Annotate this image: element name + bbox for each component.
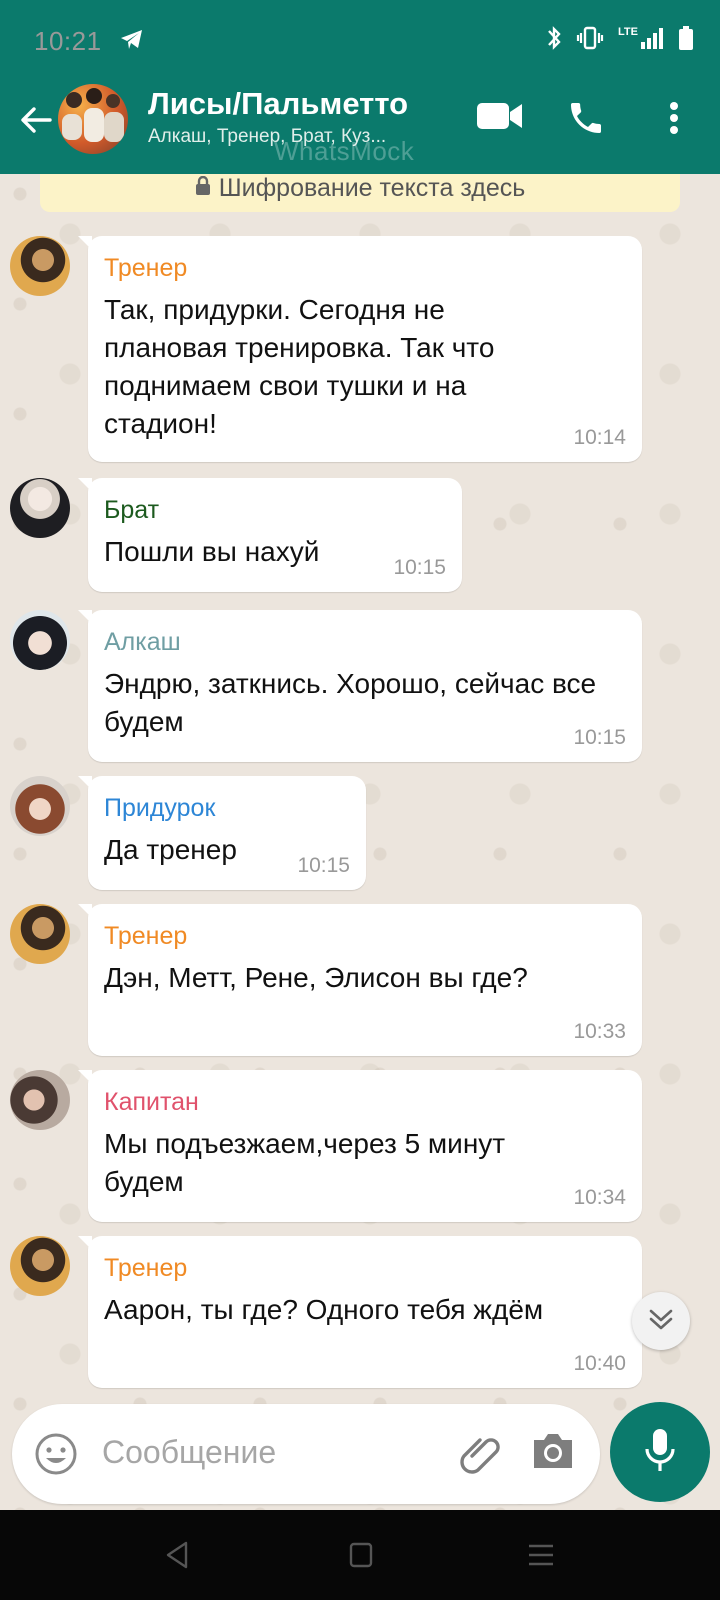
lte-label: LTE xyxy=(618,26,638,38)
message-time: 10:15 xyxy=(573,726,626,749)
sender-name: Тренер xyxy=(104,254,188,282)
avatar[interactable] xyxy=(10,904,70,964)
message-text: Эндрю, заткнись. Хорошо, сейчас все буде… xyxy=(104,668,597,737)
lock-icon xyxy=(195,174,211,203)
paperclip-icon[interactable] xyxy=(458,1430,506,1483)
chevron-double-down-icon xyxy=(646,1304,676,1339)
chat-header: Лисы/Пальметто Алкаш, Тренер, Брат, Куз.… xyxy=(0,80,720,174)
more-vert-icon[interactable] xyxy=(664,98,684,143)
watermark: WhatsMock xyxy=(274,136,415,166)
avatar[interactable] xyxy=(10,610,70,670)
sender-name: Тренер xyxy=(104,922,188,950)
avatar[interactable] xyxy=(10,1236,70,1296)
message-time: 10:33 xyxy=(573,1020,626,1043)
phone-icon[interactable] xyxy=(566,98,606,143)
back-nav-icon[interactable] xyxy=(164,1540,190,1575)
scroll-to-bottom-button[interactable] xyxy=(632,1292,690,1350)
message-composer[interactable]: Сообщение xyxy=(12,1404,600,1504)
microphone-icon xyxy=(642,1427,678,1478)
system-navigation-bar xyxy=(0,1510,720,1600)
message-bubble[interactable]: Придурок Да тренер 10:15 xyxy=(78,776,366,890)
sender-name: Брат xyxy=(104,496,160,524)
message-bubble[interactable]: Капитан Мы подъезжаем,через 5 минут буде… xyxy=(78,1070,642,1222)
chat-title[interactable]: Лисы/Пальметто xyxy=(148,86,408,122)
chat-area[interactable]: Шифрование текста здесь Тренер Так, прид… xyxy=(0,174,720,1510)
emoji-icon[interactable] xyxy=(34,1432,78,1481)
message-bubble[interactable]: Тренер Аарон, ты где? Одного тебя ждём 1… xyxy=(78,1236,642,1388)
recents-nav-icon[interactable] xyxy=(526,1540,556,1575)
message-time: 10:15 xyxy=(297,854,350,877)
message-bubble[interactable]: Тренер Так, придурки. Сегодня не планова… xyxy=(78,236,642,462)
message-input[interactable]: Сообщение xyxy=(102,1434,276,1471)
message-bubble[interactable]: Брат Пошли вы нахуй 10:15 xyxy=(78,478,462,592)
microphone-button[interactable] xyxy=(610,1402,710,1502)
battery-icon xyxy=(679,26,693,50)
sender-name: Тренер xyxy=(104,1254,188,1282)
avatar[interactable] xyxy=(10,1070,70,1130)
group-avatar[interactable] xyxy=(58,84,128,154)
arrow-left-icon[interactable] xyxy=(16,100,56,140)
avatar[interactable] xyxy=(10,478,70,538)
video-call-icon[interactable] xyxy=(476,98,524,139)
message-time: 10:14 xyxy=(573,426,626,449)
sender-name: Придурок xyxy=(104,794,216,822)
message-time: 10:40 xyxy=(573,1352,626,1375)
home-nav-icon[interactable] xyxy=(348,1540,374,1575)
message-time: 10:15 xyxy=(393,556,446,579)
top-app-bar: 10:21 LTE Лисы/Пальметто Алкаш, Тренер, … xyxy=(0,0,720,174)
vibrate-icon xyxy=(576,26,604,50)
avatar[interactable] xyxy=(10,776,70,836)
message-text: Дэн, Метт, Рене, Элисон вы где? xyxy=(104,962,528,993)
sender-name: Алкаш xyxy=(104,628,181,656)
message-time: 10:34 xyxy=(573,1186,626,1209)
lte-signal-icon: LTE xyxy=(618,26,664,50)
message-bubble[interactable]: Алкаш Эндрю, заткнись. Хорошо, сейчас вс… xyxy=(78,610,642,762)
status-bar: 10:21 LTE xyxy=(0,0,720,80)
message-bubble[interactable]: Тренер Дэн, Метт, Рене, Элисон вы где? 1… xyxy=(78,904,642,1056)
status-icons: LTE xyxy=(546,24,694,52)
bluetooth-icon xyxy=(548,26,561,50)
encryption-notice[interactable]: Шифрование текста здесь xyxy=(40,174,680,212)
camera-icon[interactable] xyxy=(530,1430,576,1477)
encryption-text: Шифрование текста здесь xyxy=(218,174,526,202)
message-text: Аарон, ты где? Одного тебя ждём xyxy=(104,1294,544,1325)
avatar[interactable] xyxy=(10,236,70,296)
sender-name: Капитан xyxy=(104,1088,199,1116)
message-text: Мы подъезжаем,через 5 минут будем xyxy=(104,1128,506,1197)
message-text: Так, придурки. Сегодня не плановая трени… xyxy=(104,294,495,439)
telegram-icon xyxy=(120,28,144,55)
